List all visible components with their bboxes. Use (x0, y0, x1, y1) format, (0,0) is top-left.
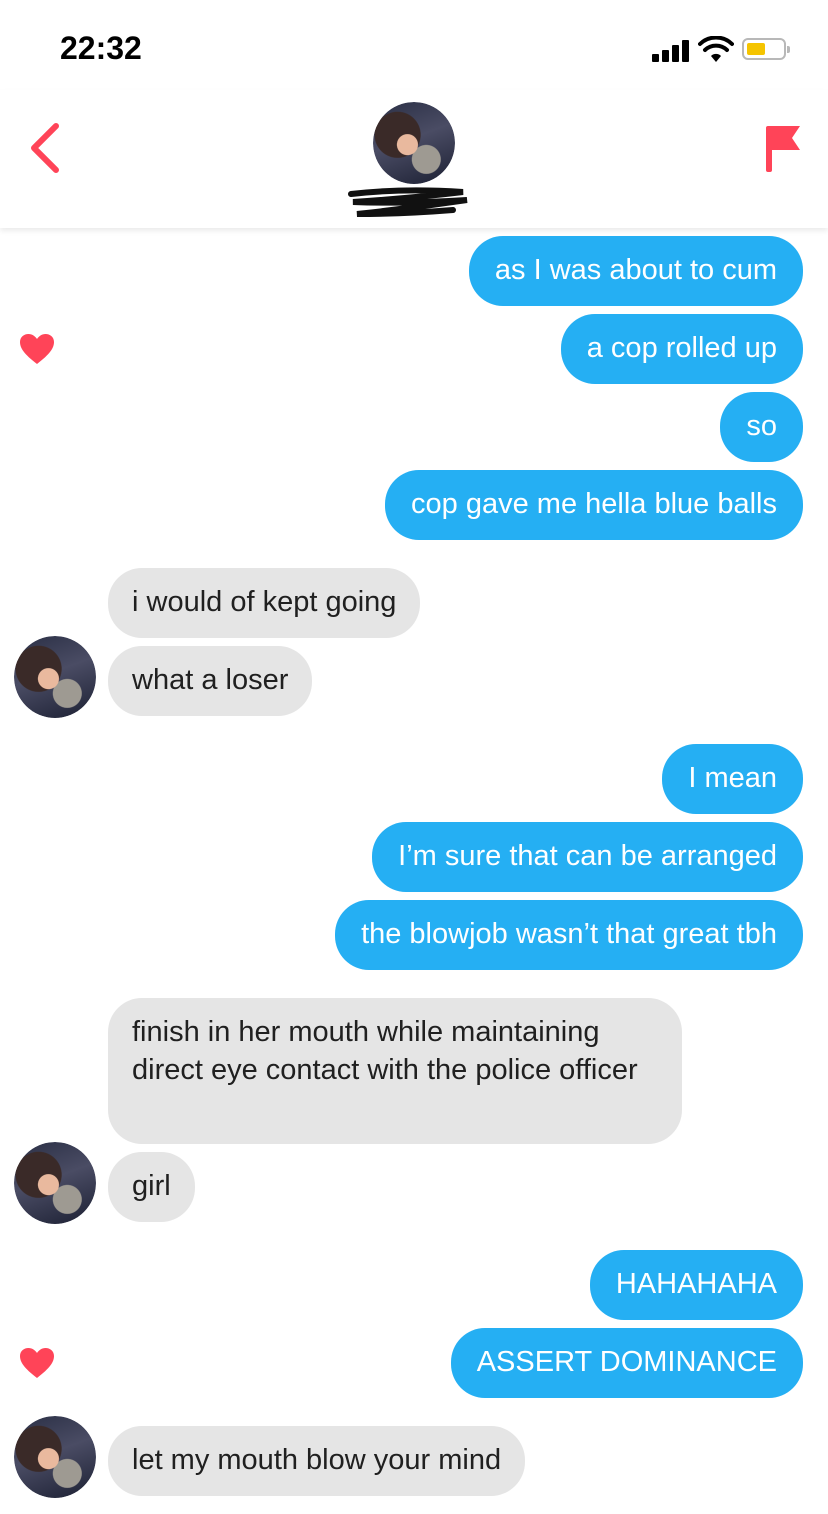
avatar-photo (14, 636, 96, 718)
sent-message[interactable]: the blowjob wasn’t that great tbh (335, 900, 803, 970)
heart-icon[interactable] (18, 332, 56, 366)
received-message[interactable]: what a loser (108, 646, 313, 716)
wifi-icon (698, 36, 734, 62)
avatar-photo (14, 1416, 96, 1498)
sent-message[interactable]: so (720, 392, 803, 462)
match-avatar-small[interactable] (14, 1416, 96, 1498)
avatar-photo (14, 1142, 96, 1224)
flag-icon[interactable] (762, 120, 806, 176)
sent-message[interactable]: I’m sure that can be arranged (372, 822, 803, 892)
received-message[interactable]: girl (108, 1152, 195, 1222)
chevron-left-icon[interactable] (26, 120, 66, 176)
sent-message[interactable]: HAHAHAHA (589, 1250, 803, 1320)
sent-message[interactable]: a cop rolled up (560, 314, 803, 384)
received-message[interactable]: finish in her mouth while maintaining di… (108, 998, 682, 1144)
sent-message[interactable]: ASSERT DOMINANCE (450, 1328, 803, 1398)
chat-header (0, 90, 828, 228)
battery-icon (742, 38, 790, 60)
match-avatar-small[interactable] (14, 1142, 96, 1224)
sent-message[interactable]: I mean (662, 744, 803, 814)
status-bar: 22:32 (0, 0, 828, 90)
match-avatar[interactable] (373, 102, 455, 184)
sent-message[interactable]: cop gave me hella blue balls (385, 470, 803, 540)
sent-message[interactable]: as I was about to cum (468, 236, 803, 306)
redacted-name-scribble (348, 187, 468, 217)
received-message[interactable]: let my mouth blow your mind (108, 1426, 526, 1496)
received-message[interactable]: i would of kept going (108, 568, 421, 638)
signal-icon (652, 40, 692, 62)
heart-icon[interactable] (18, 1346, 56, 1380)
status-time: 22:32 (60, 30, 142, 66)
avatar-photo (373, 102, 455, 184)
match-avatar-small[interactable] (14, 636, 96, 718)
